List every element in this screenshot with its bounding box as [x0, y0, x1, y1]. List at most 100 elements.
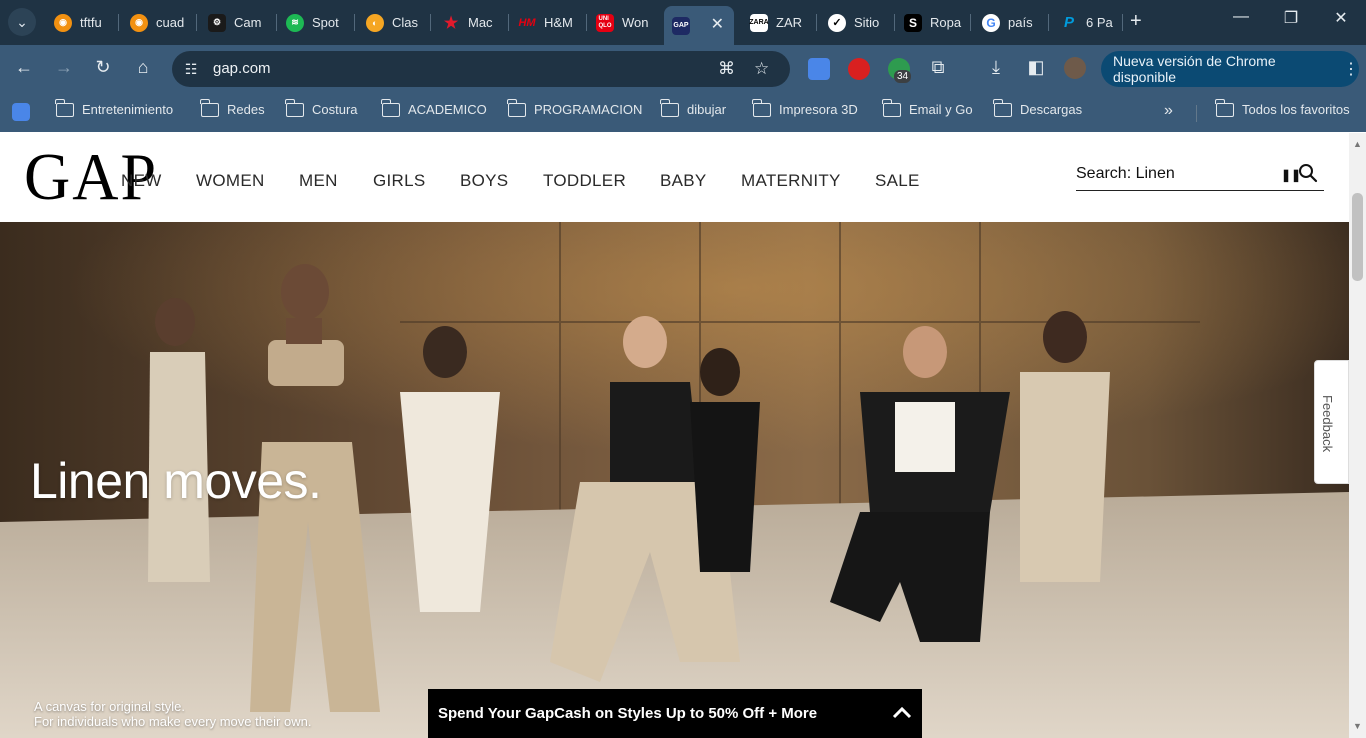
- promo-text: Spend Your GapCash on Styles Up to 50% O…: [438, 705, 818, 722]
- close-tab-icon[interactable]: ✕: [711, 14, 724, 34]
- tab-8[interactable]: UNI QLO Won: [588, 6, 660, 39]
- more-menu-icon[interactable]: ⋮: [1343, 59, 1359, 79]
- bookmark-email[interactable]: Email y Go: [882, 98, 973, 117]
- browser-toolbar: ← → ↻ ⌂ ☷ gap.com ⌘ ☆ 34 ⧉ ⤓ ◧ Nueva ver…: [0, 45, 1366, 93]
- tab-4[interactable]: ≋ Spot: [278, 6, 350, 39]
- bookmarks-bar: Entretenimiento Redes Costura ACADEMICO …: [0, 93, 1366, 132]
- side-panel-icon[interactable]: ◧: [1024, 57, 1048, 78]
- nav-sale[interactable]: SALE: [875, 171, 920, 191]
- orange-circle-icon: ◉: [54, 13, 72, 32]
- tab-5[interactable]: ◐ Clas: [358, 6, 430, 39]
- folder-icon: [752, 98, 771, 117]
- bookmark-impresora-3d[interactable]: Impresora 3D: [752, 98, 858, 117]
- zara-icon: ZARA: [749, 13, 769, 32]
- gap-icon: GAP: [672, 16, 690, 35]
- bookmark-redes[interactable]: Redes: [200, 98, 265, 117]
- tab-gap-active[interactable]: GAP ✕: [664, 6, 734, 45]
- translate-bookmark-icon[interactable]: [12, 103, 30, 121]
- hero-banner[interactable]: Linen moves. A canvas for original style…: [0, 222, 1349, 738]
- maximize-button[interactable]: ❐: [1276, 8, 1306, 28]
- nav-new[interactable]: NEW: [121, 171, 162, 191]
- extensions-puzzle-icon[interactable]: ⧉: [926, 57, 950, 78]
- forward-icon[interactable]: →: [52, 57, 76, 78]
- tab-10[interactable]: ZARA ZAR: [742, 6, 814, 39]
- bookmark-costura[interactable]: Costura: [285, 98, 358, 117]
- nav-women[interactable]: WOMEN: [196, 171, 265, 191]
- search-input[interactable]: Search: Linen ❚❚: [1076, 161, 1324, 191]
- all-bookmarks[interactable]: Todos los favoritos: [1215, 98, 1350, 117]
- spotify-icon: ≋: [286, 13, 304, 32]
- folder-icon: [660, 98, 679, 117]
- google-icon: G: [982, 13, 1000, 32]
- folder-icon: [200, 98, 219, 117]
- chrome-update-button[interactable]: Nueva versión de Chrome disponible ⋮: [1101, 51, 1359, 87]
- feedback-tab[interactable]: Feedback: [1314, 360, 1349, 484]
- bookmark-programacion[interactable]: PROGRAMACION: [507, 98, 642, 117]
- nav-boys[interactable]: BOYS: [460, 171, 508, 191]
- site-info-icon[interactable]: ☷: [180, 58, 202, 80]
- nav-maternity[interactable]: MATERNITY: [741, 171, 841, 191]
- extension-badge: 34: [894, 70, 912, 83]
- nav-men[interactable]: MEN: [299, 171, 338, 191]
- tab-13[interactable]: G país: [974, 6, 1046, 39]
- classroom-icon: ◐: [366, 13, 384, 32]
- download-icon[interactable]: ⤓: [984, 57, 1008, 78]
- nav-baby[interactable]: BABY: [660, 171, 707, 191]
- new-tab-button[interactable]: +: [1130, 10, 1142, 33]
- tab-14[interactable]: P 6 Pa: [1052, 6, 1122, 39]
- page-scrollbar[interactable]: ▲ ▼: [1349, 133, 1366, 738]
- tab-1[interactable]: ◉ tftfu: [46, 6, 114, 39]
- minimize-button[interactable]: —: [1226, 8, 1256, 26]
- reload-icon[interactable]: ↻: [91, 57, 115, 78]
- tab-6[interactable]: ★ Mac: [434, 6, 506, 39]
- bookmark-star-icon[interactable]: ☆: [754, 59, 769, 79]
- folder-icon: [507, 98, 526, 117]
- bookmark-dibujar[interactable]: dibujar: [660, 98, 726, 117]
- site-header: GAP NEW WOMEN MEN GIRLS BOYS TODDLER BAB…: [0, 133, 1349, 222]
- address-bar[interactable]: ☷ gap.com ⌘ ☆: [172, 51, 790, 87]
- folder-icon: [1215, 98, 1234, 117]
- url-text[interactable]: gap.com: [213, 60, 271, 77]
- adblock-extension-icon[interactable]: [848, 58, 870, 80]
- orange-circle-icon: ◉: [130, 13, 148, 32]
- scrollbar-thumb[interactable]: [1352, 193, 1363, 281]
- google-translate-extension-icon[interactable]: [808, 58, 830, 80]
- tab-3[interactable]: ⚙ Cam: [200, 6, 272, 39]
- uniqlo-icon: UNI QLO: [596, 13, 614, 32]
- tab-strip: ⌄ ◉ tftfu ◉ cuad ⚙ Cam ≋ Spot ◐ Clas ★ M…: [0, 0, 1366, 45]
- folder-icon: [381, 98, 400, 117]
- scroll-up-icon[interactable]: ▲: [1353, 139, 1362, 149]
- nike-icon: ✓: [828, 13, 846, 32]
- paypal-icon: P: [1063, 14, 1074, 31]
- home-icon[interactable]: ⌂: [131, 57, 155, 78]
- shein-icon: S: [904, 13, 922, 32]
- search-placeholder: Search: Linen: [1076, 165, 1175, 182]
- close-window-button[interactable]: ✕: [1326, 8, 1356, 28]
- bookmark-academico[interactable]: ACADEMICO: [381, 98, 487, 117]
- canva-icon: ⚙: [208, 13, 226, 32]
- tab-11[interactable]: ✓ Sitio: [820, 6, 892, 39]
- promo-banner[interactable]: Spend Your GapCash on Styles Up to 50% O…: [428, 689, 922, 738]
- macys-star-icon: ★: [443, 14, 459, 32]
- tab-7[interactable]: HM H&M: [510, 6, 582, 39]
- more-bookmarks-icon[interactable]: »: [1164, 102, 1173, 120]
- hero-title: Linen moves.: [30, 453, 322, 509]
- folder-icon: [993, 98, 1012, 117]
- search-icon[interactable]: [1298, 163, 1318, 183]
- folder-icon: [285, 98, 304, 117]
- folder-icon: [882, 98, 901, 117]
- hm-icon: HM: [518, 16, 536, 29]
- scroll-down-icon[interactable]: ▼: [1353, 721, 1362, 731]
- back-icon[interactable]: ←: [12, 57, 36, 78]
- chevron-up-icon[interactable]: [892, 703, 912, 723]
- tab-2[interactable]: ◉ cuad: [122, 6, 190, 39]
- bookmark-entretenimiento[interactable]: Entretenimiento: [55, 98, 173, 117]
- nav-girls[interactable]: GIRLS: [373, 171, 426, 191]
- bookmark-descargas[interactable]: Descargas: [993, 98, 1082, 117]
- profile-avatar[interactable]: [1064, 57, 1086, 79]
- translate-icon[interactable]: ⌘: [718, 59, 735, 79]
- folder-icon: [55, 98, 74, 117]
- nav-toddler[interactable]: TODDLER: [543, 171, 626, 191]
- tab-12[interactable]: S Ropa: [896, 6, 968, 39]
- tab-search-button[interactable]: ⌄: [8, 8, 36, 36]
